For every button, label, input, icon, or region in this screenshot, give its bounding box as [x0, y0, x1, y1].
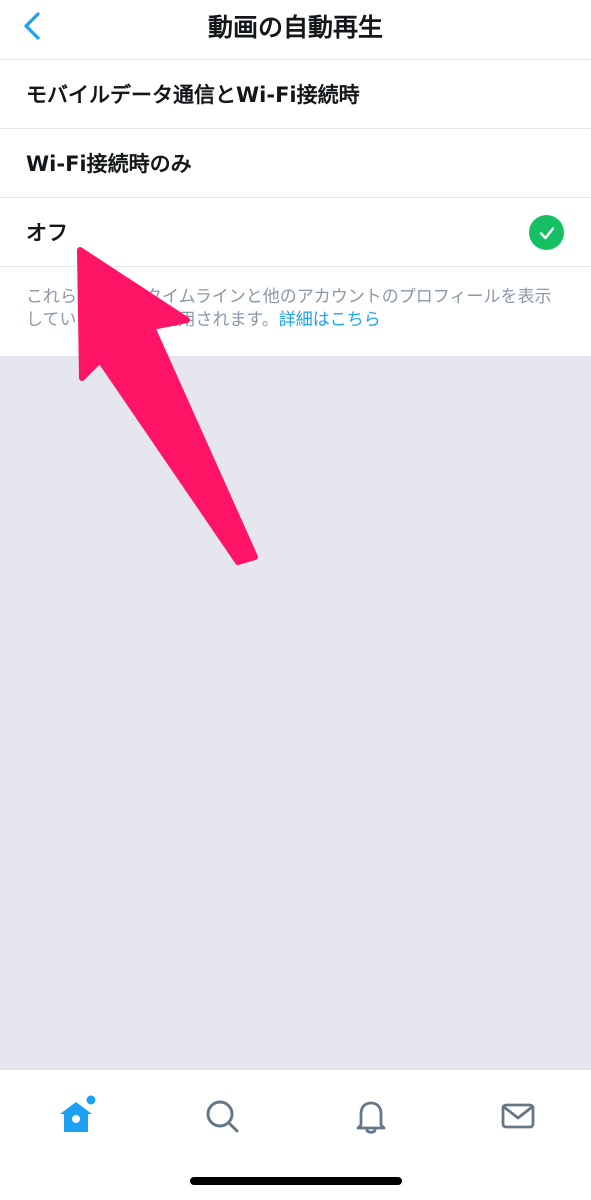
home-indicator: [190, 1177, 402, 1185]
learn-more-link[interactable]: 詳細はこちら: [279, 310, 381, 330]
mail-icon: [501, 1103, 535, 1129]
home-icon: [60, 1095, 96, 1132]
bell-icon: [356, 1101, 386, 1134]
tab-messages[interactable]: [488, 1086, 548, 1146]
option-label: モバイルデータ通信とWi-Fi接続時: [26, 83, 360, 107]
page-title: 動画の自動再生: [207, 13, 383, 42]
search-icon: [206, 1100, 239, 1133]
option-label: オフ: [26, 221, 68, 245]
video-autoplay-settings-screen: 動画の自動再生 モバイルデータ通信とWi-Fi接続時 Wi-Fi接続時のみ オフ…: [0, 0, 591, 1200]
selected-check-icon: [529, 215, 564, 250]
tab-home[interactable]: [46, 1086, 106, 1146]
option-wifi-only[interactable]: Wi-Fi接続時のみ: [0, 129, 591, 198]
option-off[interactable]: オフ: [0, 198, 591, 267]
tab-search[interactable]: [192, 1086, 252, 1146]
settings-note: これらの設定はタイムラインと他のアカウントのプロフィールを表示しているときのみ適…: [0, 268, 591, 357]
empty-content-area: [0, 357, 591, 1069]
option-label: Wi-Fi接続時のみ: [26, 152, 192, 176]
navigation-header: 動画の自動再生: [0, 0, 591, 60]
autoplay-options-list: モバイルデータ通信とWi-Fi接続時 Wi-Fi接続時のみ オフ: [0, 60, 591, 267]
option-mobile-and-wifi[interactable]: モバイルデータ通信とWi-Fi接続時: [0, 60, 591, 129]
tab-notifications[interactable]: [341, 1086, 401, 1146]
